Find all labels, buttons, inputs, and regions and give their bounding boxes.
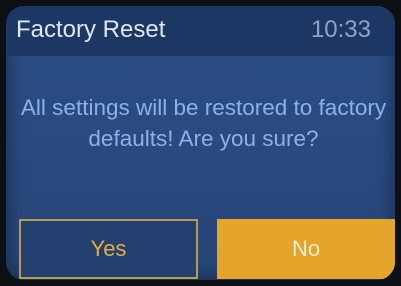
page-title: Factory Reset bbox=[16, 16, 166, 43]
yes-button[interactable]: Yes bbox=[19, 219, 198, 279]
no-button-label: No bbox=[291, 236, 321, 261]
title-bar: Factory Reset 10:33 bbox=[6, 6, 395, 56]
device-screen: Factory Reset 10:33 All settings will be… bbox=[6, 6, 395, 280]
yes-button-label: Yes bbox=[90, 236, 127, 261]
confirmation-message: All settings will be restored to factory… bbox=[20, 95, 387, 151]
no-button[interactable]: No bbox=[217, 219, 395, 279]
clock-time: 10:33 bbox=[310, 16, 371, 43]
